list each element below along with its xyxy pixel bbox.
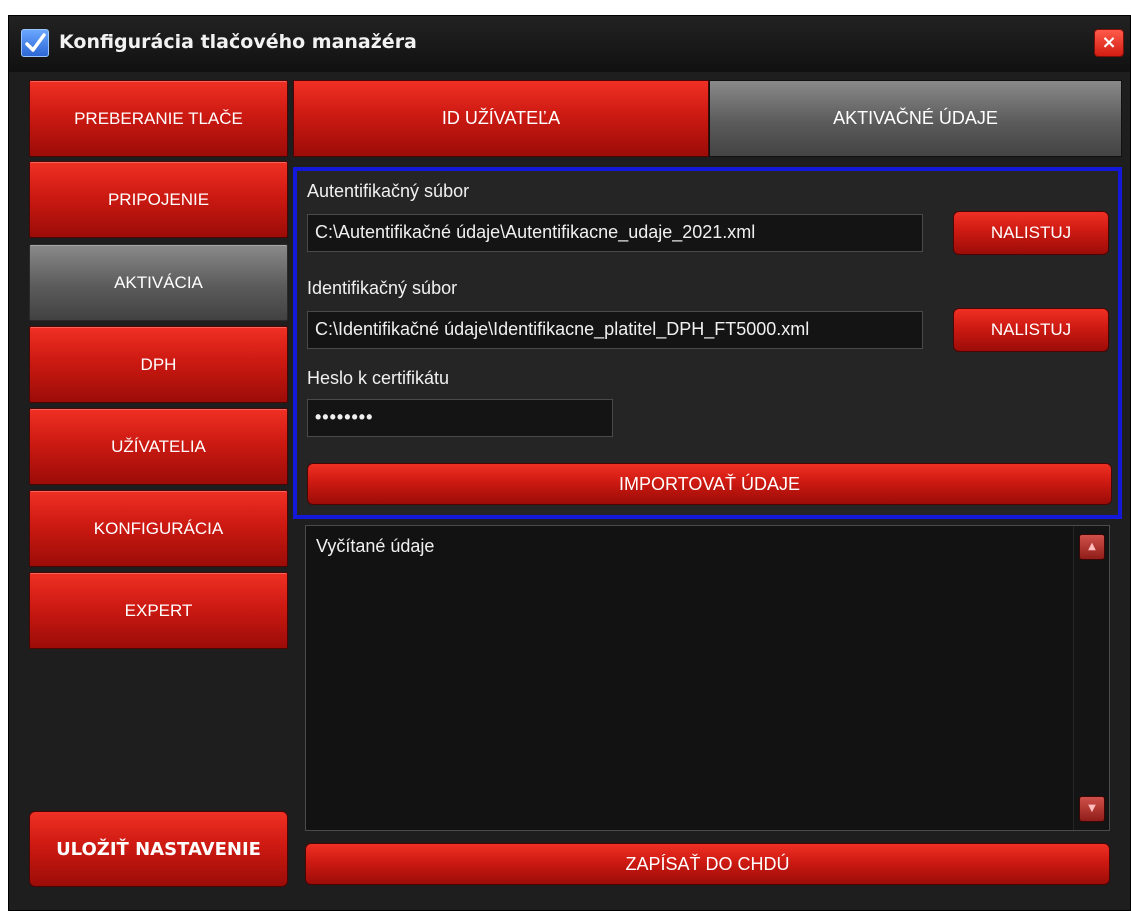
- auth-file-field[interactable]: C:\Autentifikačné údaje\Autentifikacne_u…: [307, 214, 923, 252]
- output-text: Vyčítané údaje: [316, 536, 435, 556]
- write-to-chdu-button[interactable]: ZAPÍSAŤ DO CHDÚ: [305, 843, 1110, 885]
- browse-id-button[interactable]: NALISTUJ: [953, 308, 1109, 352]
- config-window: Konfigurácia tlačového manažéra × PREBER…: [8, 15, 1131, 911]
- browse-auth-button[interactable]: NALISTUJ: [953, 211, 1109, 255]
- save-settings-button[interactable]: ULOŽIŤ NASTAVENIE: [29, 811, 288, 887]
- sidebar-item-expert[interactable]: EXPERT: [29, 572, 288, 649]
- auth-file-label: Autentifikačný súbor: [307, 181, 470, 201]
- sidebar-item-konfiguracia[interactable]: KONFIGURÁCIA: [29, 490, 288, 567]
- password-field[interactable]: ••••••••: [307, 399, 613, 437]
- password-label: Heslo k certifikátu: [307, 368, 450, 388]
- close-button[interactable]: ×: [1094, 29, 1124, 57]
- id-file-field[interactable]: C:\Identifikačné údaje\Identifikacne_pla…: [307, 311, 923, 349]
- sidebar-item-pripojenie[interactable]: PRIPOJENIE: [29, 161, 288, 238]
- title-bar: Konfigurácia tlačového manažéra ×: [9, 16, 1130, 72]
- id-file-label: Identifikačný súbor: [307, 278, 458, 298]
- scroll-down-icon[interactable]: ▼: [1079, 796, 1105, 822]
- sidebar-item-preberanie-tlace[interactable]: PREBERANIE TLAČE: [29, 80, 288, 157]
- tab-activation-data[interactable]: AKTIVAČNÉ ÚDAJE: [709, 80, 1122, 157]
- output-scrollbar[interactable]: ▲ ▼: [1073, 526, 1109, 830]
- app-check-icon: [21, 29, 49, 57]
- import-data-button[interactable]: IMPORTOVAŤ ÚDAJE: [307, 463, 1112, 505]
- activation-form-panel: Autentifikačný súbor C:\Autentifikačné ú…: [293, 167, 1122, 519]
- tab-user-id[interactable]: ID UŽÍVATEĽA: [293, 80, 709, 157]
- window-title: Konfigurácia tlačového manažéra: [59, 31, 417, 53]
- sidebar-item-aktivacia[interactable]: AKTIVÁCIA: [29, 244, 288, 321]
- sidebar-item-dph[interactable]: DPH: [29, 326, 288, 403]
- scroll-up-icon[interactable]: ▲: [1079, 534, 1105, 560]
- output-textarea[interactable]: Vyčítané údaje ▲ ▼: [305, 525, 1110, 831]
- sidebar-item-uzivatelia[interactable]: UŽÍVATELIA: [29, 408, 288, 485]
